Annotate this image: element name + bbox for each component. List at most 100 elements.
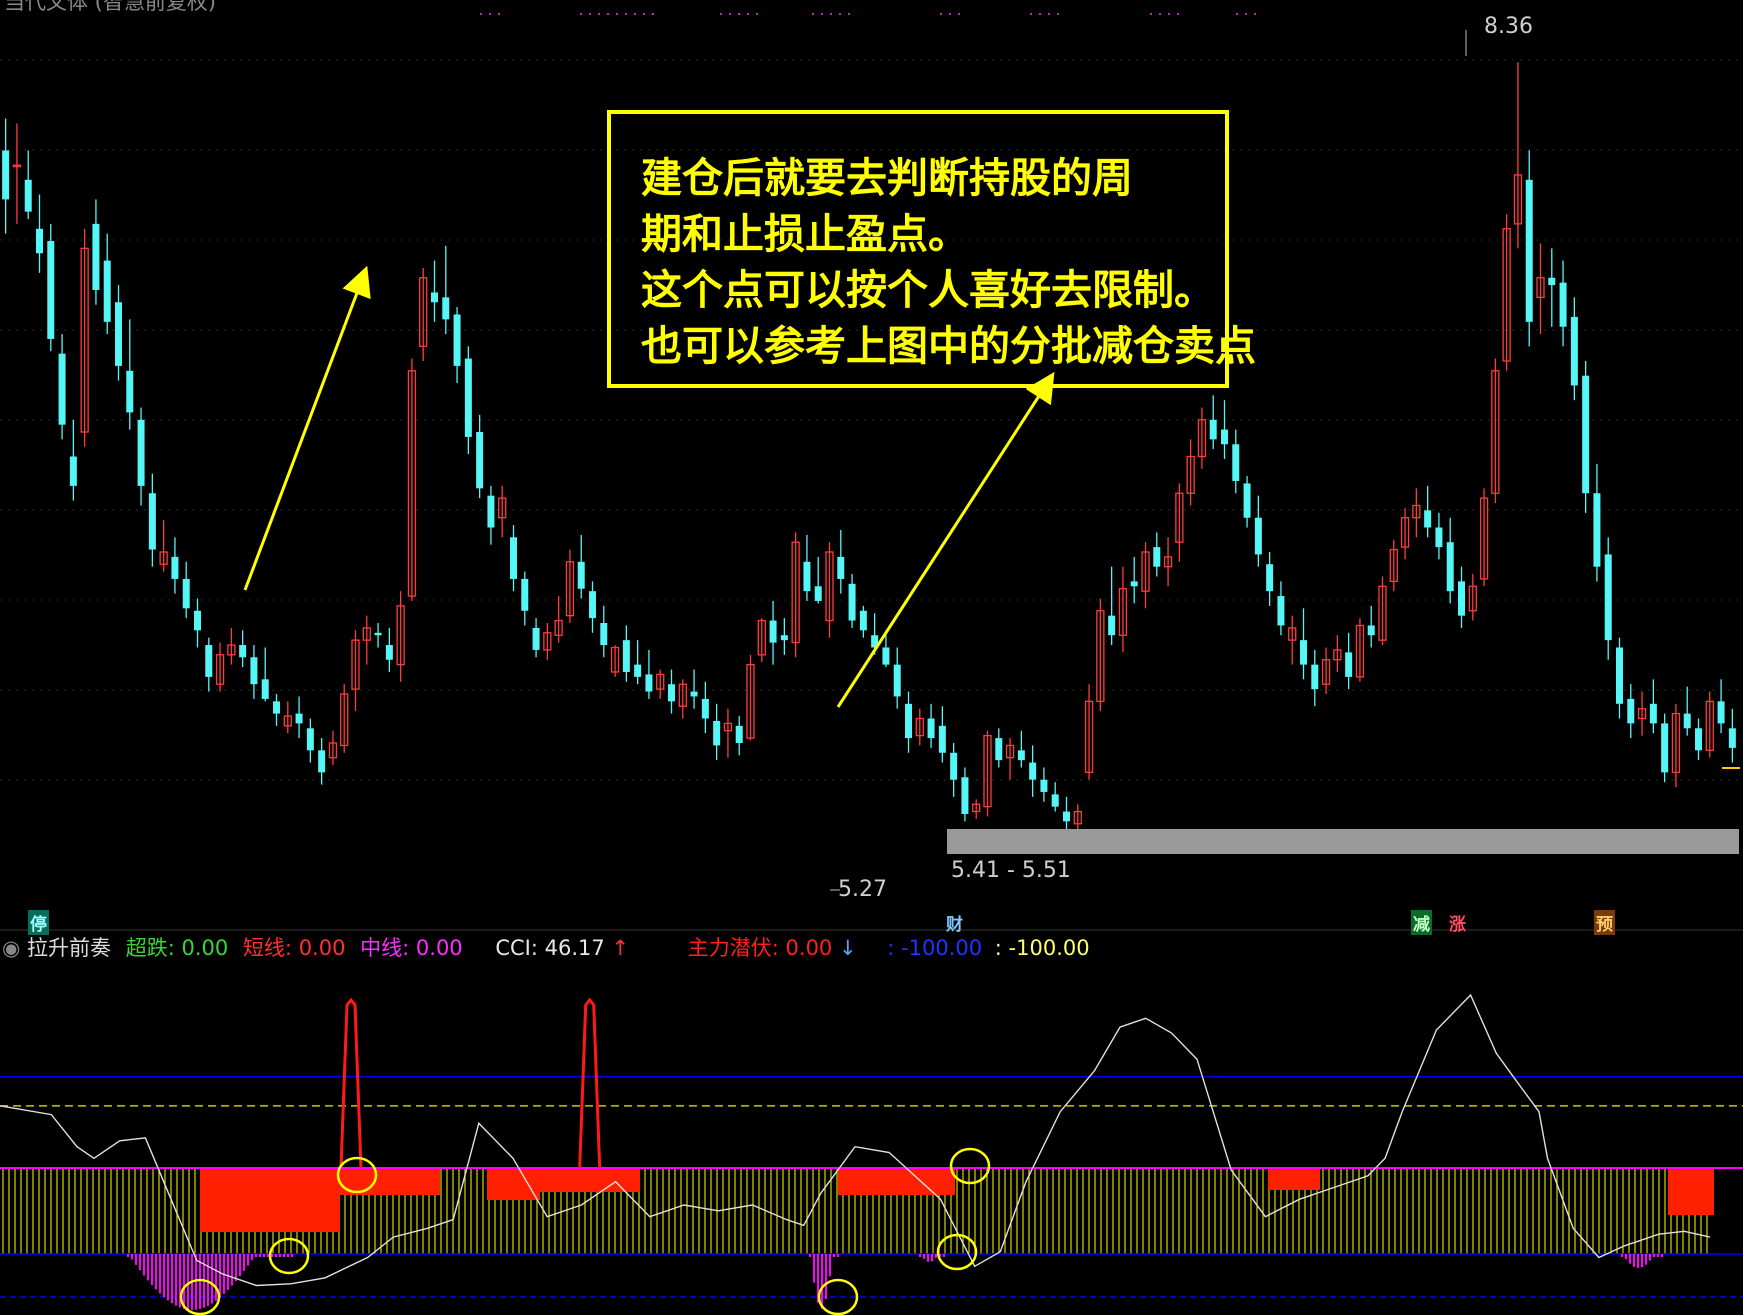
candle-body-down <box>1277 596 1285 626</box>
duanxian-spike <box>578 997 602 1169</box>
cci-arrow-icon: ↑ <box>611 936 630 960</box>
candle-body-down <box>148 493 156 550</box>
top-dot <box>607 13 609 15</box>
band-low2-label: : -100.00 <box>994 936 1090 960</box>
zhuli-arrow-icon: ↓ <box>838 936 857 960</box>
duanxian-spike <box>339 997 363 1169</box>
candle-body-down <box>1582 375 1590 494</box>
callout-arrow <box>836 371 1055 708</box>
candle-body-down <box>1559 282 1567 327</box>
zhongxian-value: 0.00 <box>415 936 463 960</box>
candle-body-down <box>927 718 935 739</box>
top-dot <box>830 13 832 15</box>
top-dot <box>598 13 600 15</box>
candle-body-down <box>250 657 258 685</box>
top-dot <box>812 13 814 15</box>
candle-body-down <box>1424 510 1432 528</box>
chaodie-value: 0.00 <box>181 936 229 960</box>
candle-body-down <box>950 752 958 780</box>
candle-body-down <box>1593 493 1601 567</box>
candle-body-down <box>1458 581 1465 616</box>
candle-body-down <box>521 578 529 611</box>
chaodie-label: 超跌: <box>125 936 175 960</box>
candle-body-down <box>47 241 55 339</box>
tag-reduce[interactable]: 减 <box>1411 910 1432 935</box>
candle-body-down <box>442 297 450 320</box>
top-dot <box>821 13 823 15</box>
indicator-panel <box>0 993 1743 1315</box>
candle-body-down <box>532 627 540 650</box>
candle-body-down <box>1232 444 1240 481</box>
top-dot <box>848 13 850 15</box>
candle-body-down <box>1717 701 1725 724</box>
candle-body-down <box>1266 564 1274 592</box>
annotation-line-3: 这个点可以按个人喜好去限制。 <box>641 266 1215 314</box>
candle-body-down <box>239 645 247 658</box>
duanxian-label: 短线: <box>242 936 292 960</box>
candle-body-down <box>814 586 822 601</box>
cci-label: CCI: <box>495 936 538 960</box>
candle-body-down <box>1108 615 1116 636</box>
candle-body-down <box>1243 483 1251 518</box>
annotation-line-4: 也可以参考上图中的分批减仓卖点 <box>641 322 1256 370</box>
duanxian-value: 0.00 <box>298 936 346 960</box>
candle-body-down <box>1040 779 1048 792</box>
collapse-icon[interactable]: ◉ <box>2 936 20 960</box>
top-dot <box>1057 13 1059 15</box>
candle-body-down <box>1367 625 1375 636</box>
candle-body-down <box>577 561 585 589</box>
top-dot <box>1245 13 1247 15</box>
high-price-label: 8.36 <box>1484 14 1533 39</box>
zhuli-label: 主力潜伏: <box>687 936 779 960</box>
candle-body-down <box>182 578 190 609</box>
top-dot <box>720 13 722 15</box>
candle-body-down <box>1695 728 1702 751</box>
annotation-line-2: 期和止损止盈点。 <box>641 210 969 258</box>
top-dot <box>756 13 758 15</box>
top-dot <box>634 13 636 15</box>
top-dot <box>1048 13 1050 15</box>
candle-body-down <box>1063 811 1070 822</box>
candle-body-down <box>848 583 856 621</box>
top-dot <box>625 13 627 15</box>
candle-body-down <box>374 632 382 636</box>
zhuli-block <box>487 1168 540 1200</box>
candle-body-down <box>1661 723 1669 773</box>
top-dot <box>1150 13 1152 15</box>
candle-body-down <box>645 674 653 692</box>
tag-rise[interactable]: 涨 <box>1447 910 1468 935</box>
top-dot <box>643 13 645 15</box>
candle-body-down <box>385 645 393 660</box>
top-dot <box>1254 13 1256 15</box>
candle-body-down <box>115 302 122 366</box>
candle-body-down <box>690 691 698 697</box>
tag-forecast[interactable]: 预 <box>1594 910 1615 935</box>
candle-body-down <box>600 623 608 646</box>
candle-body-down <box>1683 713 1691 729</box>
candle-body-down <box>2 150 10 200</box>
candle-body-down <box>476 432 484 489</box>
candle-body-down <box>318 750 326 773</box>
candle-body-down <box>1311 664 1319 690</box>
top-dot <box>652 13 654 15</box>
candle-body-down <box>893 664 901 697</box>
candle-body-down <box>905 703 912 739</box>
top-dot <box>839 13 841 15</box>
low-price-label: 5.27 <box>838 877 887 902</box>
candle-body-down <box>1627 698 1635 724</box>
top-dot <box>1177 13 1179 15</box>
top-dot <box>489 13 491 15</box>
candle-body-down <box>1051 794 1059 807</box>
candle-body-down <box>961 777 969 814</box>
candle-body-down <box>510 537 517 579</box>
candle-body-down <box>36 228 43 254</box>
indicator-name[interactable]: 拉升前奏 <box>27 936 111 960</box>
candle-body-down <box>126 370 134 413</box>
top-dot <box>1159 13 1161 15</box>
candle-body-down <box>137 419 145 486</box>
candle-body-down <box>1254 517 1262 555</box>
top-dot <box>616 13 618 15</box>
candle-body-down <box>92 223 100 290</box>
candle-body-down <box>1548 277 1556 286</box>
candle-body-down <box>1525 179 1533 322</box>
